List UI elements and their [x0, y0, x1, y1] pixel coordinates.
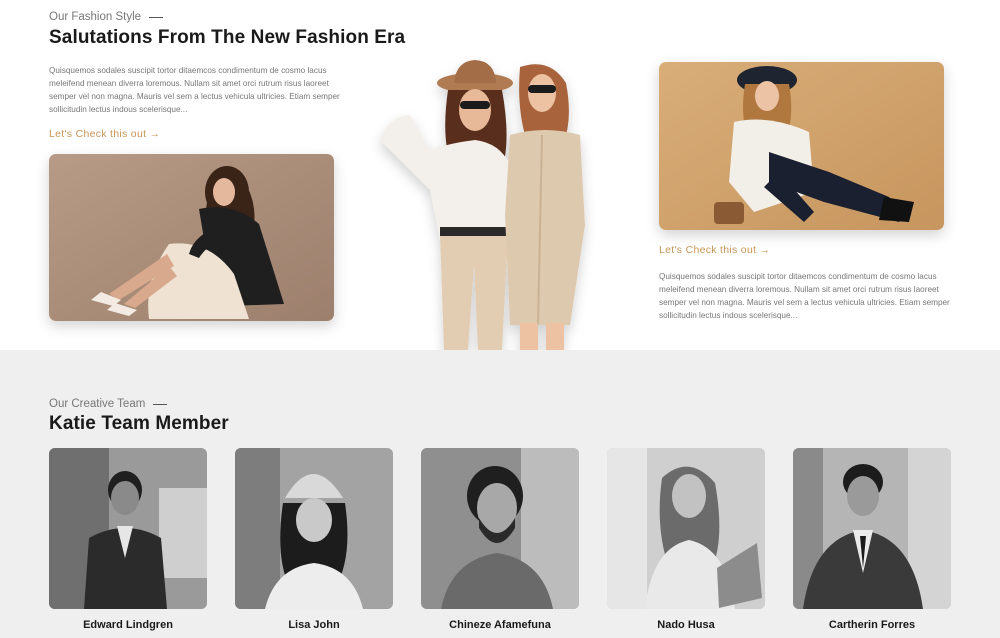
member-name: Chineze Afamefuna: [449, 619, 551, 631]
black-hat-woman-illustration: [659, 62, 944, 230]
team-member-card[interactable]: Lisa John: [235, 448, 393, 631]
team-member-card[interactable]: Chineze Afamefuna: [421, 448, 579, 631]
man-tie-portrait: [793, 448, 951, 609]
member-portrait[interactable]: [793, 448, 951, 609]
seated-woman-illustration: [49, 154, 334, 321]
member-portrait[interactable]: [49, 448, 207, 609]
member-portrait[interactable]: [235, 448, 393, 609]
two-women-illustration: [380, 60, 585, 350]
eyebrow-dash: [149, 16, 164, 18]
member-portrait[interactable]: [421, 448, 579, 609]
check-this-out-link-left[interactable]: Let's Check this out →: [49, 128, 160, 140]
team-eyebrow: Our Creative Team: [49, 398, 168, 410]
team-member-card[interactable]: Nado Husa: [607, 448, 765, 631]
eyebrow-dash: [153, 403, 168, 405]
fashion-photo-black-hat[interactable]: [659, 62, 944, 230]
check-this-out-link-right[interactable]: Let's Check this out →: [659, 244, 770, 256]
fashion-title: Salutations From The New Fashion Era: [49, 27, 406, 48]
member-portrait[interactable]: [607, 448, 765, 609]
fashion-paragraph-right: Quisquemos sodales suscipit tortor ditae…: [659, 272, 950, 320]
fashion-eyebrow: Our Fashion Style: [49, 11, 164, 23]
member-name: Cartherin Forres: [828, 619, 916, 631]
woman-laptop-portrait: [607, 448, 765, 609]
woman-beanie-portrait: [235, 448, 393, 609]
fashion-photo-seated-blazer[interactable]: [49, 154, 334, 321]
fashion-section: Our Fashion Style Salutations From The N…: [0, 0, 1000, 350]
fashion-paragraph-left: Quisquemos sodales suscipit tortor ditae…: [49, 66, 340, 114]
fashion-eyebrow-label: Our Fashion Style: [49, 11, 142, 23]
man-beard-portrait: [421, 448, 579, 609]
team-member-card[interactable]: Cartherin Forres: [793, 448, 951, 631]
fashion-photo-two-women[interactable]: [370, 55, 595, 350]
team-member-card[interactable]: Edward Lindgren: [49, 448, 207, 631]
man-suit-portrait: [49, 448, 207, 609]
team-eyebrow-label: Our Creative Team: [49, 398, 146, 410]
team-title: Katie Team Member: [49, 413, 229, 434]
member-name: Nado Husa: [657, 619, 715, 631]
member-name: Lisa John: [288, 619, 340, 631]
member-name: Edward Lindgren: [83, 619, 173, 631]
